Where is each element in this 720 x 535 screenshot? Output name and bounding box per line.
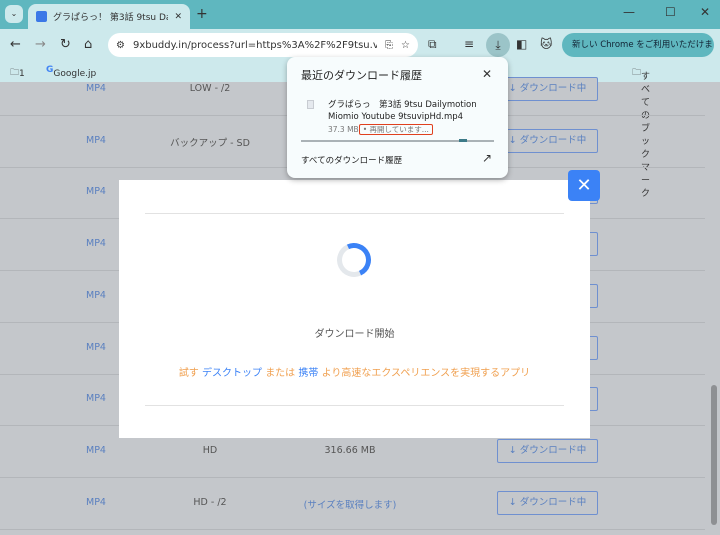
- divider: [145, 405, 564, 406]
- quality-cell: バックアップ - SD: [170, 137, 250, 149]
- table-row: MP4 HD - /2 (サイズを取得します) ↓ ダウンロード中: [0, 478, 705, 530]
- url-text: 9xbuddy.in/process?url=https%3A%2F%2F9ts…: [132, 39, 378, 51]
- size-cell: (サイズを取得します): [303, 499, 397, 511]
- media-icon[interactable]: ≡: [464, 37, 474, 51]
- divider: [145, 213, 564, 214]
- download-status-text: • 再開しています...: [358, 124, 433, 135]
- extensions-icon[interactable]: ⧉: [428, 37, 437, 52]
- side-panel-icon[interactable]: ◧: [516, 37, 527, 51]
- format-cell: MP4: [86, 134, 106, 146]
- maximize-button[interactable]: ☐: [665, 5, 676, 19]
- download-progress-bar: [301, 139, 494, 142]
- tab-search-button[interactable]: ⌄: [5, 5, 23, 23]
- size-cell: 316.66 MB: [324, 444, 376, 456]
- download-button[interactable]: ↓ ダウンロード中: [497, 438, 598, 463]
- address-bar[interactable]: ⚙ 9xbuddy.in/process?url=https%3A%2F%2F9…: [108, 33, 418, 57]
- loading-spinner-icon: [332, 238, 376, 282]
- quality-cell: LOW - /2: [189, 83, 231, 94]
- promo-text: または: [265, 368, 296, 379]
- all-downloads-link[interactable]: すべてのダウンロード履歴: [301, 154, 402, 166]
- quality-cell: HD - /2: [193, 496, 227, 508]
- file-name-line2[interactable]: Miomio Youtube 9tsuvipHd.mp4: [328, 112, 463, 122]
- download-info: 37.3 MB • 再開しています...: [328, 124, 433, 135]
- reload-button[interactable]: ↻: [60, 37, 71, 52]
- download-button[interactable]: ↓ ダウンロード中: [497, 128, 598, 153]
- install-icon[interactable]: ⎘: [385, 40, 393, 51]
- format-cell: MP4: [86, 186, 106, 198]
- favicon-icon: [36, 11, 47, 22]
- file-name-line1[interactable]: グラぱらっ 第3話 9tsu Dailymotion: [328, 98, 477, 110]
- format-cell: MP4: [86, 444, 106, 456]
- promo-text: 試す: [178, 368, 199, 379]
- download-modal: ダウンロード開始 試す デスクトップ または 携帯 より高速なエクスペリエンスを…: [119, 180, 590, 438]
- file-size: 37.3 MB: [328, 125, 359, 134]
- scrollbar-thumb[interactable]: [711, 385, 717, 525]
- downloads-popup: 最近のダウンロード履歴 ✕ グラぱらっ 第3話 9tsu Dailymotion…: [287, 57, 508, 178]
- back-button[interactable]: ←: [10, 37, 21, 52]
- close-window-button[interactable]: ✕: [700, 5, 710, 19]
- home-button[interactable]: ⌂: [84, 37, 92, 52]
- scrollbar[interactable]: [708, 82, 720, 535]
- new-tab-button[interactable]: +: [196, 6, 208, 22]
- promo-text: より高速なエクスペリエンスを実現するアプリ: [321, 368, 531, 379]
- file-icon: [307, 100, 314, 109]
- format-cell: MP4: [86, 393, 106, 405]
- download-button[interactable]: ↓ ダウンロード中: [497, 77, 598, 101]
- tab-title: グラぱらっ！ 第3話 9tsu Dailymotion: [53, 13, 168, 23]
- chrome-update-button[interactable]: 新しい Chrome をご利用いただけます ⋮: [562, 33, 714, 74]
- download-button[interactable]: ↓ ダウンロード中: [497, 490, 598, 515]
- bookmark-star-icon[interactable]: ☆: [401, 40, 410, 51]
- format-cell: MP4: [86, 496, 106, 508]
- progress-indicator: [458, 139, 467, 142]
- downloads-title: 最近のダウンロード履歴: [301, 69, 422, 82]
- modal-close-button[interactable]: ✕: [568, 170, 600, 201]
- close-tab-icon[interactable]: ✕: [174, 12, 182, 22]
- format-cell: MP4: [86, 289, 106, 301]
- downloads-icon[interactable]: ⤓: [486, 33, 510, 57]
- format-cell: MP4: [86, 83, 106, 94]
- open-external-icon[interactable]: ↗: [482, 151, 492, 165]
- format-cell: MP4: [86, 341, 106, 353]
- tab-active[interactable]: グラぱらっ！ 第3話 9tsu Dailymotion ✕: [28, 4, 190, 29]
- quality-cell: HD: [202, 444, 218, 456]
- minimize-button[interactable]: —: [623, 5, 635, 19]
- site-info-icon[interactable]: ⚙: [116, 40, 125, 51]
- format-cell: MP4: [86, 238, 106, 250]
- forward-button[interactable]: →: [35, 37, 46, 52]
- profile-avatar[interactable]: 🐱: [540, 37, 553, 51]
- app-promo: 試す デスクトップ または 携帯 より高速なエクスペリエンスを実現するアプリ: [119, 364, 590, 379]
- mobile-link[interactable]: 携帯: [298, 368, 318, 379]
- tab-bar: ⌄ グラぱらっ！ 第3話 9tsu Dailymotion ✕ + — ☐ ✕: [0, 0, 720, 29]
- close-popup-icon[interactable]: ✕: [482, 67, 492, 81]
- desktop-link[interactable]: デスクトップ: [202, 368, 262, 379]
- download-status: ダウンロード開始: [314, 329, 395, 340]
